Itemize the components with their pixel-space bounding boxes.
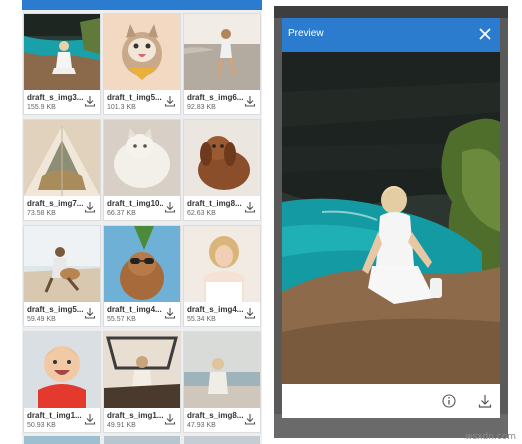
gallery-screen: draft_s_img3... 155.9 KB draft_t_img5...… xyxy=(22,0,262,444)
file-size: 101.3 KB xyxy=(107,104,136,111)
dialog-title: Preview xyxy=(288,28,324,39)
close-icon[interactable] xyxy=(478,27,492,41)
file-name: draft_s_img4... xyxy=(187,305,243,314)
image-card[interactable]: draft_t_img1... 50.93 KB xyxy=(24,332,100,432)
file-size: 59.49 KB xyxy=(27,316,56,323)
file-name: draft_s_img6... xyxy=(187,93,243,102)
dialog-header: Preview xyxy=(282,18,500,52)
image-card[interactable]: draft_s_img4... 55.34 KB xyxy=(184,226,260,326)
thumbnail-image[interactable] xyxy=(24,332,100,408)
image-card[interactable]: draft_t_img10... 66.37 KB xyxy=(104,120,180,220)
image-card[interactable]: draft_s_img7... 73.58 KB xyxy=(24,120,100,220)
image-card[interactable]: draft_t_img8... 62.63 KB xyxy=(184,120,260,220)
download-icon[interactable] xyxy=(164,95,176,107)
file-size: 49.91 KB xyxy=(107,422,136,429)
file-size: 55.34 KB xyxy=(187,316,216,323)
preview-screen: Preview xyxy=(274,6,508,438)
image-card[interactable]: draft_s_img5... 59.49 KB xyxy=(24,226,100,326)
file-name: draft_s_img8... xyxy=(187,411,243,420)
thumbnail-image[interactable] xyxy=(184,226,260,302)
thumbnail-image[interactable] xyxy=(24,436,100,444)
download-icon[interactable] xyxy=(84,307,96,319)
thumbnail-image[interactable] xyxy=(104,14,180,90)
image-card[interactable]: draft_s_img6... 92.83 KB xyxy=(184,14,260,114)
download-icon[interactable] xyxy=(478,394,492,408)
file-size: 155.9 KB xyxy=(27,104,56,111)
file-size: 66.37 KB xyxy=(107,210,136,217)
file-name: draft_t_img1... xyxy=(27,411,82,420)
thumbnail-image[interactable] xyxy=(184,120,260,196)
preview-dialog: Preview xyxy=(282,18,500,418)
file-name: draft_s_img3... xyxy=(27,93,83,102)
file-size: 55.57 KB xyxy=(107,316,136,323)
thumbnail-image[interactable] xyxy=(24,226,100,302)
dialog-footer xyxy=(282,384,500,418)
download-icon[interactable] xyxy=(84,413,96,425)
file-name: draft_t_img5... xyxy=(107,93,162,102)
thumbnail-image[interactable] xyxy=(104,332,180,408)
file-size: 50.93 KB xyxy=(27,422,56,429)
file-name: draft_t_img4... xyxy=(107,305,162,314)
file-size: 73.58 KB xyxy=(27,210,56,217)
thumbnail-image[interactable] xyxy=(104,436,180,444)
image-grid: draft_s_img3... 155.9 KB draft_t_img5...… xyxy=(24,14,262,432)
preview-image xyxy=(282,52,500,384)
thumbnail-image[interactable] xyxy=(104,120,180,196)
download-icon[interactable] xyxy=(244,95,256,107)
thumbnail-image[interactable] xyxy=(184,14,260,90)
download-icon[interactable] xyxy=(244,413,256,425)
file-name: draft_s_img7... xyxy=(27,199,83,208)
thumbnail-image[interactable] xyxy=(184,436,260,444)
download-icon[interactable] xyxy=(244,307,256,319)
file-size: 92.83 KB xyxy=(187,104,216,111)
download-icon[interactable] xyxy=(164,307,176,319)
download-icon[interactable] xyxy=(244,201,256,213)
next-row-peek xyxy=(24,436,262,444)
watermark-text: wsxdn.com xyxy=(465,432,516,442)
download-icon[interactable] xyxy=(164,413,176,425)
thumbnail-image[interactable] xyxy=(24,120,100,196)
image-card[interactable]: draft_s_img8... 47.93 KB xyxy=(184,332,260,432)
thumbnail-image[interactable] xyxy=(184,332,260,408)
download-icon[interactable] xyxy=(84,201,96,213)
thumbnail-image[interactable] xyxy=(104,226,180,302)
app-bar xyxy=(22,0,262,10)
file-size: 47.93 KB xyxy=(187,422,216,429)
thumbnail-image[interactable] xyxy=(24,14,100,90)
file-name: draft_s_img5... xyxy=(27,305,83,314)
info-icon[interactable] xyxy=(442,394,456,408)
image-card[interactable]: draft_t_img4... 55.57 KB xyxy=(104,226,180,326)
file-name: draft_t_img8... xyxy=(187,199,242,208)
download-icon[interactable] xyxy=(164,201,176,213)
file-size: 62.63 KB xyxy=(187,210,216,217)
status-bar xyxy=(274,6,508,18)
file-name: draft_s_img1... xyxy=(107,411,163,420)
file-name: draft_t_img10... xyxy=(107,199,163,208)
download-icon[interactable] xyxy=(84,95,96,107)
image-card[interactable]: draft_t_img5... 101.3 KB xyxy=(104,14,180,114)
image-card[interactable]: draft_s_img1... 49.91 KB xyxy=(104,332,180,432)
image-card[interactable]: draft_s_img3... 155.9 KB xyxy=(24,14,100,114)
